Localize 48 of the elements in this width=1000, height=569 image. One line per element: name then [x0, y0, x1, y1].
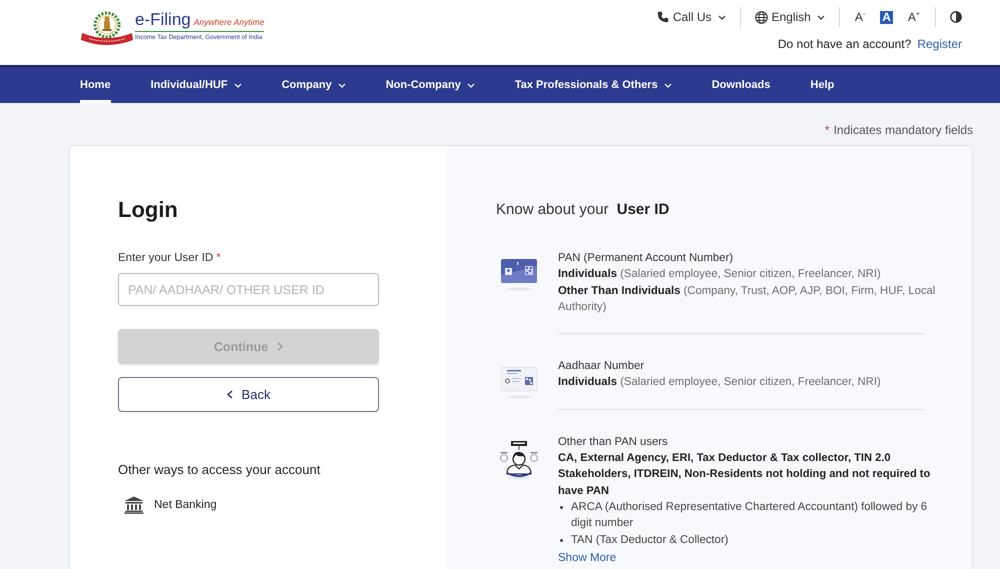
- nav-tab[interactable]: Tax Professionals & Others: [514, 67, 672, 103]
- mandatory-note: * Indicates mandatory fields: [824, 122, 973, 138]
- bullet-text: ARCA (Authorised Representative Chartered Accountant) followed by 6 digit number: [571, 500, 928, 532]
- bullet-icon: [560, 538, 563, 542]
- nav-tab[interactable]: Individual/HUF: [150, 67, 242, 103]
- logo-title: e-Filing: [135, 10, 191, 29]
- pan-card-icon: [499, 256, 539, 292]
- user-badge-icon: [499, 440, 539, 480]
- nav-tab[interactable]: Help: [810, 67, 834, 103]
- item-description: CA, External Agency, ERI, Tax Deductor & Tax collector, TIN 2.0 Stakeholders, ITDREIN, Non-Residents not holding and not required to have PAN: [558, 451, 932, 499]
- emblem-icon: [80, 10, 134, 48]
- item-description: Individuals (Salaried employee, Senior citizen, Freelancer, NRI): [558, 267, 882, 282]
- back-button[interactable]: Back: [118, 377, 379, 412]
- show-more-link[interactable]: Show More: [558, 550, 616, 565]
- font-size-button[interactable]: A$^{+}$: [906, 10, 921, 24]
- item-description: Other Than Individuals (Company, Trust, AOP, AJP, BOI, Firm, HUF, Local Authority): [558, 284, 936, 315]
- contrast-icon[interactable]: [950, 11, 962, 23]
- chevron-right-icon: [277, 342, 284, 351]
- item-description: Individuals (Salaried employee, Senior citizen, Freelancer, NRI): [558, 375, 882, 390]
- info-title: Know about your User ID: [496, 201, 670, 219]
- id-card-icon: [499, 364, 539, 400]
- nav-tab[interactable]: Company: [282, 67, 346, 103]
- item-title: Other than PAN users: [558, 434, 669, 450]
- logo-tagline: Anywhere Anytime: [194, 17, 264, 27]
- net-banking-link[interactable]: Net Banking: [124, 496, 217, 514]
- account-prompt: Do not have an account?: [778, 37, 912, 51]
- bullet-icon: [560, 506, 563, 509]
- font-size-button[interactable]: A: [880, 10, 893, 24]
- language-button[interactable]: English: [754, 10, 825, 24]
- user-id-field[interactable]: PAN/ AADHAAR/ OTHER USER ID: [118, 273, 379, 306]
- bank-icon: [124, 496, 144, 514]
- nav-tab[interactable]: Home: [80, 67, 111, 103]
- item-title: Aadhaar Number: [558, 359, 646, 374]
- register-link[interactable]: Register: [917, 37, 962, 51]
- font-size-button[interactable]: A$^{-}$: [854, 10, 866, 24]
- user-id-label: Enter your User ID *: [118, 251, 221, 265]
- chevron-left-icon: [226, 390, 233, 399]
- login-title: Login: [118, 196, 178, 224]
- phone-icon: [656, 11, 669, 23]
- call-us-button[interactable]: Call Us: [656, 10, 726, 24]
- caret-icon: [816, 14, 825, 20]
- item-title: PAN (Permanent Account Number): [558, 251, 734, 266]
- nav-tab[interactable]: Non-Company: [386, 67, 475, 103]
- nav-tab[interactable]: Downloads: [712, 67, 770, 103]
- caret-icon: [718, 14, 726, 20]
- other-access-heading: Other ways to access your account: [118, 462, 320, 478]
- bullet-text: TAN (Tax Deductor & Collector): [571, 532, 728, 548]
- globe-icon: [754, 10, 768, 24]
